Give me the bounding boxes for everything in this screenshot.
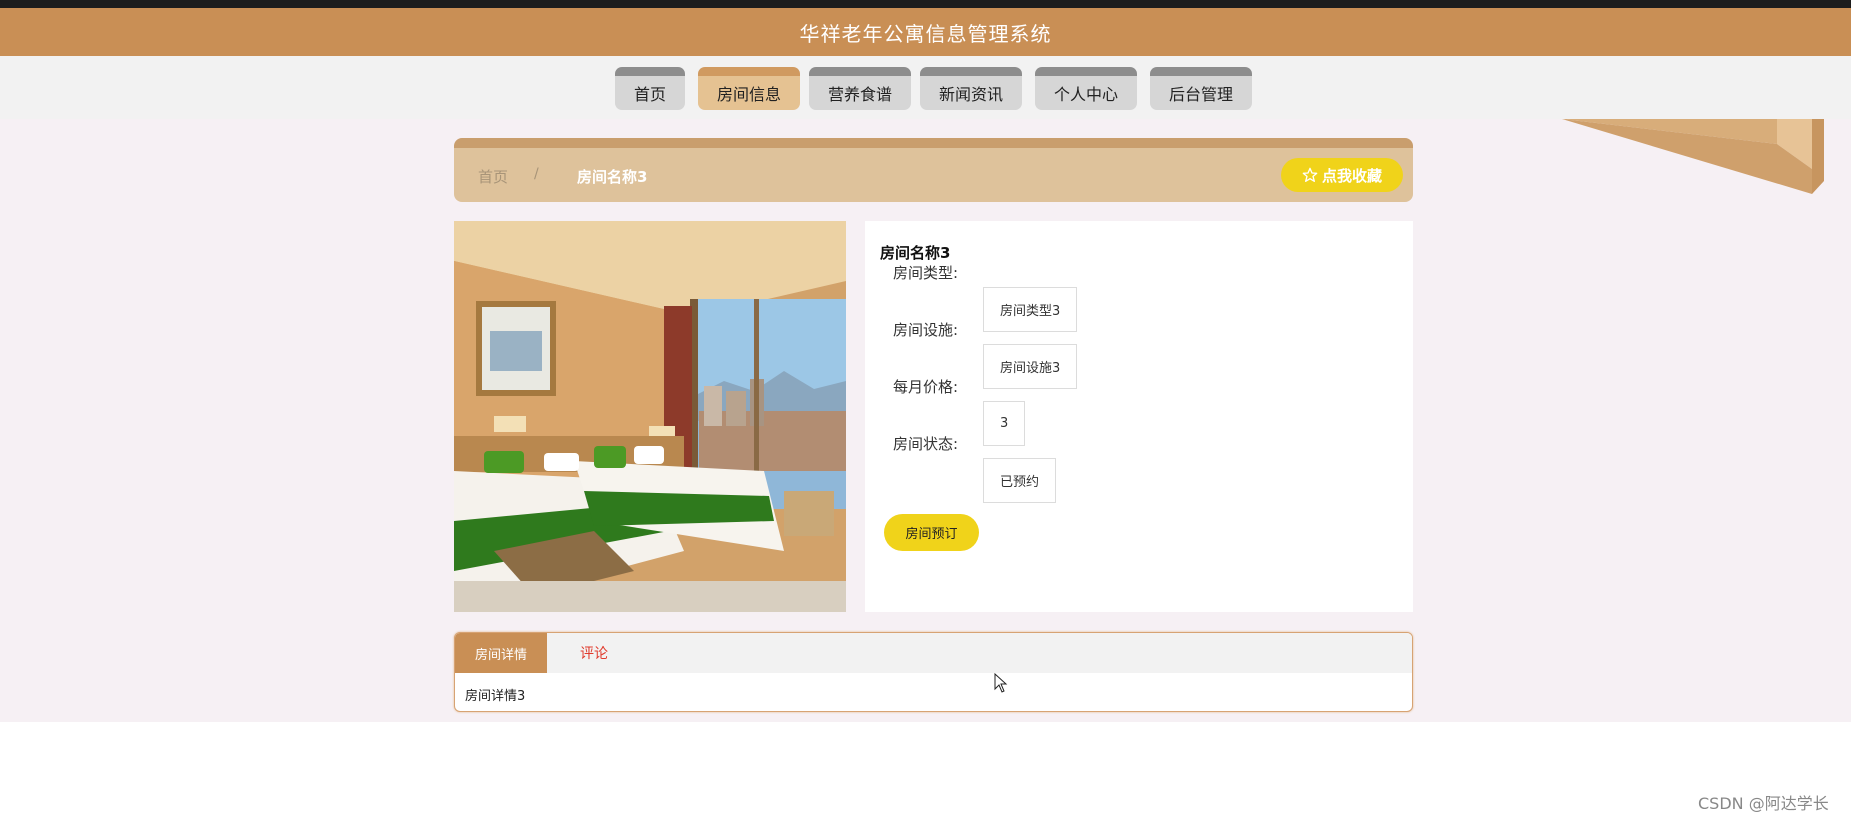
tab-comments[interactable]: 评论 — [547, 633, 641, 673]
book-room-button[interactable]: 房间预订 — [884, 514, 979, 551]
nav-item-admin[interactable]: 后台管理 — [1150, 67, 1252, 110]
tab-content: 房间详情3 — [465, 689, 526, 704]
monthly-price-label: 每月价格: — [893, 378, 959, 396]
watermark: CSDN @阿达学长 — [1698, 794, 1829, 813]
monthly-price-value: 3 — [983, 401, 1026, 446]
site-header: 华祥老年公寓信息管理系统 — [0, 8, 1851, 56]
favorite-button[interactable]: 点我收藏 — [1281, 158, 1403, 192]
room-status-label: 房间状态: — [893, 435, 959, 453]
decorative-ribbon — [1562, 119, 1824, 194]
breadcrumb-home-link[interactable]: 首页 — [478, 166, 508, 187]
tab-bar: 房间详情 评论 — [455, 633, 1412, 673]
room-type-value: 房间类型3 — [983, 287, 1078, 332]
mouse-cursor-icon — [994, 673, 1008, 693]
room-info-panel: 房间名称3 房间类型: 房间类型3 房间设施: 房间设施3 每月价格: 3 房间… — [865, 221, 1413, 612]
star-outline-icon — [1302, 167, 1318, 182]
nav-item-news[interactable]: 新闻资讯 — [920, 67, 1022, 110]
breadcrumb-current: 房间名称3 — [577, 168, 648, 186]
room-photo — [454, 221, 846, 612]
favorite-button-label: 点我收藏 — [1321, 166, 1382, 185]
nav-item-room-info[interactable]: 房间信息 — [698, 67, 800, 110]
main-nav: 首页 房间信息 营养食谱 新闻资讯 个人中心 后台管理 — [0, 56, 1851, 119]
window-top-bar — [0, 0, 1851, 8]
breadcrumb-separator: / — [534, 166, 539, 182]
room-type-label: 房间类型: — [893, 264, 959, 282]
room-name: 房间名称3 — [880, 244, 951, 262]
breadcrumb: 首页 / 房间名称3 — [454, 138, 1413, 202]
detail-tabs: 房间详情 评论 房间详情3 — [454, 632, 1413, 712]
tab-room-details[interactable]: 房间详情 — [455, 633, 547, 673]
nav-item-home[interactable]: 首页 — [615, 67, 685, 110]
room-facilities-value: 房间设施3 — [983, 344, 1078, 389]
nav-item-personal-center[interactable]: 个人中心 — [1035, 67, 1137, 110]
room-status-value: 已预约 — [983, 458, 1057, 503]
nav-item-nutrition-recipes[interactable]: 营养食谱 — [809, 67, 911, 110]
site-title: 华祥老年公寓信息管理系统 — [799, 21, 1052, 46]
room-facilities-label: 房间设施: — [893, 321, 959, 339]
